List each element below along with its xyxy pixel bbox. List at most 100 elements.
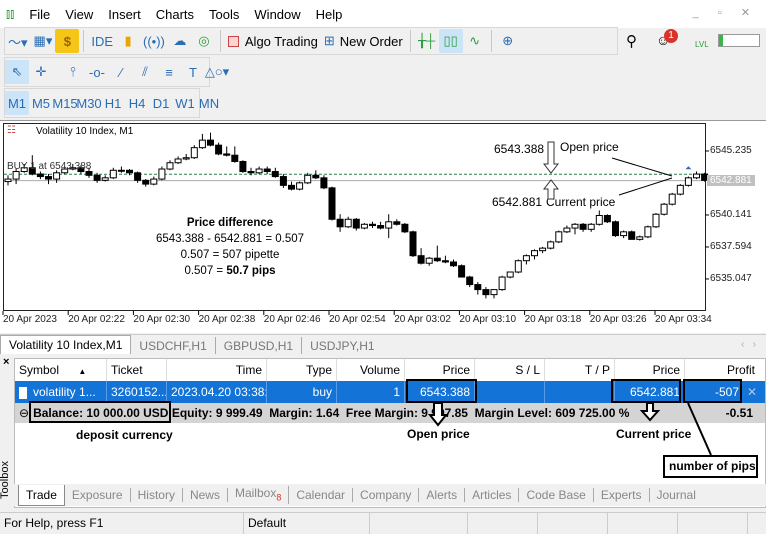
col-time[interactable]: Time	[167, 359, 267, 381]
timeframe-m5[interactable]: M5	[29, 91, 53, 115]
ide-button[interactable]: IDE	[88, 29, 116, 53]
menu-tools[interactable]: Tools	[209, 7, 239, 22]
vps-icon[interactable]: ◎	[192, 29, 216, 53]
menu-charts[interactable]: Charts	[156, 7, 194, 22]
cell-sl[interactable]	[475, 381, 545, 403]
channel-icon[interactable]: ⫽	[133, 60, 157, 84]
col-ticket[interactable]: Ticket	[107, 359, 167, 381]
menu-view[interactable]: View	[65, 7, 93, 22]
candle-body	[547, 241, 555, 249]
col-price[interactable]: Price	[405, 359, 475, 381]
tab-alerts[interactable]: Alerts	[419, 488, 466, 502]
horizontal-line-icon[interactable]: -o-	[85, 60, 109, 84]
col-sl[interactable]: S / L	[475, 359, 545, 381]
candle-body	[352, 218, 360, 229]
candle-body	[142, 179, 150, 185]
timeframe-m15[interactable]: M15	[52, 91, 77, 115]
toolbox-close-icon[interactable]: ×	[3, 356, 9, 368]
col-profit[interactable]: Profit	[685, 359, 759, 381]
timeframe-m1[interactable]: M1	[5, 91, 29, 115]
tab-experts[interactable]: Experts	[594, 488, 650, 502]
close-position-icon[interactable]: ✕	[743, 381, 759, 403]
candle-body	[279, 176, 287, 186]
chart-tab-gbpusd[interactable]: GBPUSD,H1	[216, 337, 303, 354]
new-order-button[interactable]: ⊞ New Order	[321, 29, 406, 53]
tab-calendar[interactable]: Calendar	[289, 488, 354, 502]
zoom-in-icon[interactable]: ⊕	[496, 29, 520, 53]
tab-journal[interactable]: Journal	[650, 488, 703, 502]
candle-body	[271, 171, 279, 178]
candlestick-chart[interactable]	[0, 121, 766, 334]
candle-body	[247, 171, 255, 174]
signals-icon[interactable]: ((•))	[140, 29, 168, 53]
cell-type: buy	[267, 381, 337, 403]
collapse-icon[interactable]: ⊖	[19, 406, 29, 420]
indicators-icon[interactable]: ▦▾	[31, 29, 56, 53]
candle-body	[474, 284, 482, 291]
tab-news[interactable]: News	[183, 488, 228, 502]
window-controls[interactable]: _ ▫ ✕	[693, 6, 758, 19]
menu-window[interactable]: Window	[254, 7, 300, 22]
text-icon[interactable]: T	[181, 60, 205, 84]
tab-trade[interactable]: Trade	[18, 484, 65, 506]
open-price-highlight-box	[406, 379, 477, 403]
timeframe-h4[interactable]: H4	[125, 91, 149, 115]
total-profit: -0.51	[725, 406, 753, 420]
timeframe-mn[interactable]: MN	[197, 91, 221, 115]
line-chart-icon[interactable]: ∿	[463, 29, 487, 53]
candle-body	[587, 223, 595, 230]
toolbox-tabs: Trade Exposure History News Mailbox8 Cal…	[14, 484, 766, 506]
tab-mailbox[interactable]: Mailbox8	[228, 485, 290, 505]
cell-tp[interactable]	[545, 381, 615, 403]
col-volume[interactable]: Volume	[337, 359, 405, 381]
menu-help[interactable]: Help	[316, 7, 343, 22]
timeframe-m30[interactable]: M30	[76, 91, 101, 115]
candle-body	[628, 231, 636, 240]
tab-articles[interactable]: Articles	[465, 488, 520, 502]
candle-body	[93, 174, 101, 181]
tab-company[interactable]: Company	[353, 488, 420, 502]
search-icon[interactable]: ⚲	[626, 32, 637, 50]
tab-history[interactable]: History	[131, 488, 183, 502]
timeframe-d1[interactable]: D1	[149, 91, 173, 115]
x-tick-label: 20 Apr 02:54	[329, 314, 386, 325]
candle-body	[409, 231, 417, 257]
menu-file[interactable]: File	[29, 7, 50, 22]
chart-type-icon[interactable]: 〜▾	[5, 29, 31, 53]
dollar-icon[interactable]: $	[55, 29, 80, 53]
chart-tab-usdjpy[interactable]: USDJPY,H1	[302, 337, 382, 354]
timeframe-w1[interactable]: W1	[173, 91, 197, 115]
candle-body	[676, 184, 684, 195]
fibonacci-icon[interactable]: ≡	[157, 60, 181, 84]
menu-insert[interactable]: Insert	[108, 7, 141, 22]
candle-body	[401, 223, 409, 233]
cloud-icon[interactable]: ☁	[168, 29, 192, 53]
vertical-line-icon[interactable]: ⫯	[61, 60, 85, 84]
chart-tab-usdchf[interactable]: USDCHF,H1	[131, 337, 216, 354]
timeframe-h1[interactable]: H1	[101, 91, 125, 115]
candle-body	[304, 174, 312, 184]
chart-tab-volatility[interactable]: Volatility 10 Index,M1	[0, 335, 132, 354]
price-difference-calc: 6543.388 - 6542.881 = 0.507	[155, 233, 305, 245]
candlestick-icon[interactable]: ▯▯	[438, 29, 463, 53]
tab-exposure[interactable]: Exposure	[65, 488, 131, 502]
y-tick-label: 6545.235	[710, 145, 752, 156]
tab-code-base[interactable]: Code Base	[519, 488, 594, 502]
bar-chart-icon[interactable]: ╁┼	[415, 29, 439, 53]
candle-body	[603, 214, 611, 223]
col-symbol[interactable]: Symbol ▲	[15, 359, 107, 381]
col-tp[interactable]: T / P	[545, 359, 615, 381]
market-bag-icon[interactable]: ▮	[116, 29, 140, 53]
cursor-icon[interactable]: ⇖	[5, 60, 29, 84]
crosshair-icon[interactable]: ✛	[29, 60, 53, 84]
shapes-icon[interactable]: △○▾	[205, 60, 229, 84]
col-type[interactable]: Type	[267, 359, 337, 381]
col-current-price[interactable]: Price	[615, 359, 685, 381]
current-price-annotation: Current price	[546, 195, 616, 209]
algo-trading-button[interactable]: Algo Trading	[225, 29, 321, 53]
timeframe-toolbar: M1 M5 M15 M30 H1 H4 D1 W1 MN	[4, 88, 219, 118]
tab-scroll-arrows[interactable]: ‹ ›	[741, 339, 756, 350]
trendline-icon[interactable]: ⁄	[109, 60, 133, 84]
candle-body	[369, 223, 376, 227]
status-profile[interactable]: Default	[244, 513, 370, 534]
